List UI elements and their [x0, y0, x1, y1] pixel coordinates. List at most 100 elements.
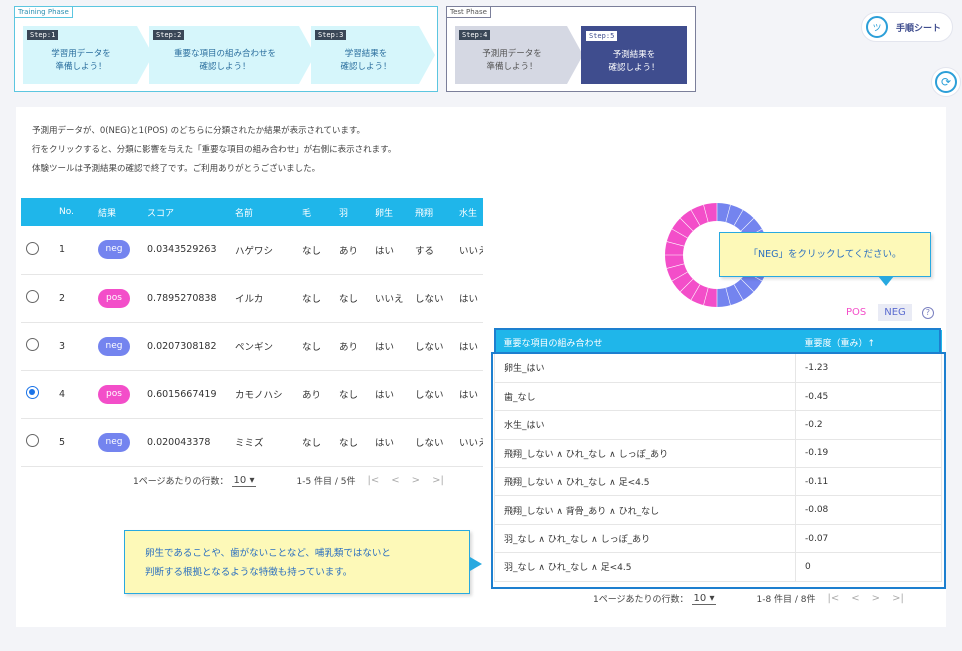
table-row[interactable]: 3 neg 0.0207308182 ペンギン なし あり はい しない はい — [21, 322, 483, 371]
last-page-icon[interactable]: >| — [432, 475, 444, 486]
cell-egg: はい — [370, 322, 410, 371]
left-table-pager: 1ページあたりの行数： 10 ▾ 1-5 件目 / 5件 |< < > >| — [133, 474, 444, 488]
prediction-table: No. 結果 スコア 名前 毛 羽 卵生 飛翔 水生 1 neg 0.03435… — [21, 198, 483, 467]
manual-sheet-label: 手順シート — [896, 23, 942, 34]
step-1[interactable]: Step:1 学習用データを 準備しよう！ — [23, 26, 153, 84]
table-row[interactable]: 2 pos 0.7895270838 イルカ なし なし いいえ しない はい — [21, 274, 483, 323]
cell-no: 2 — [54, 274, 93, 323]
cell-wing: あり — [334, 322, 370, 371]
header-select — [21, 198, 54, 226]
training-phase-label: Training Phase — [15, 7, 73, 18]
header-weight[interactable]: 重要度（重み）↑ — [795, 330, 942, 354]
step-4[interactable]: Step:4 予測用データを 準備しよう！ — [455, 26, 583, 84]
cell-wing: なし — [334, 418, 370, 467]
step-tag: Step:1 — [27, 30, 58, 40]
result-badge: neg — [98, 336, 130, 356]
cell-score: 0.0343529263 — [142, 226, 230, 275]
page-range: 1-5 件目 / 5件 — [296, 477, 356, 487]
step-tag: Step:4 — [459, 30, 490, 40]
header-fly[interactable]: 飛翔 — [410, 198, 454, 226]
step-5[interactable]: Step:5 予測結果を 確認しよう！ — [581, 26, 687, 84]
row-radio[interactable] — [26, 241, 39, 255]
next-page-icon[interactable]: > — [412, 475, 420, 486]
rows-per-page-label: 1ページあたりの行数： — [133, 477, 229, 487]
table-header-row: 重要な項目の組み合わせ 重要度（重み）↑ — [494, 330, 942, 354]
cell-fly: しない — [410, 370, 454, 419]
prev-page-icon[interactable]: < — [851, 593, 859, 604]
test-phase-box: Test Phase Step:4 予測用データを 準備しよう！ Step:5 予… — [446, 6, 696, 92]
table-row[interactable]: 1 neg 0.0343529263 ハゲワシ なし あり はい する いいえ — [21, 226, 483, 275]
header-egg[interactable]: 卵生 — [370, 198, 410, 226]
prev-page-icon[interactable]: < — [391, 475, 399, 486]
legend-pos[interactable]: POS — [846, 307, 866, 318]
table-row[interactable]: 5 neg 0.020043378 ミミズ なし なし はい しない いいえ — [21, 418, 483, 467]
cell-hair: あり — [297, 370, 334, 419]
cell-name: イルカ — [230, 274, 297, 323]
rows-per-page-select[interactable]: 10 ▾ — [231, 475, 257, 487]
cell-hair: なし — [297, 226, 334, 275]
result-badge: pos — [98, 384, 130, 404]
header-water[interactable]: 水生 — [454, 198, 483, 226]
help-icon[interactable]: ? — [921, 306, 934, 319]
face-icon: ツ — [866, 16, 888, 38]
legend-neg[interactable]: NEG — [878, 304, 912, 321]
cell-water: はい — [454, 274, 483, 323]
tooltip-arrow — [878, 276, 894, 286]
test-phase-label: Test Phase — [447, 7, 491, 18]
refresh-button[interactable]: ⟳ — [931, 67, 961, 97]
cell-score: 0.020043378 — [142, 418, 230, 467]
training-phase-box: Training Phase Step:1 学習用データを 準備しよう！ Step… — [14, 6, 438, 92]
row-radio[interactable] — [26, 290, 39, 303]
neg-tooltip: 「NEG」をクリックしてください。 — [719, 232, 931, 277]
result-badge: neg — [98, 240, 130, 260]
cell-fly: しない — [410, 418, 454, 467]
first-page-icon[interactable]: |< — [828, 593, 840, 604]
row-radio-selected[interactable] — [26, 386, 39, 399]
cell-wing: なし — [334, 274, 370, 323]
cell-egg: はい — [370, 370, 410, 419]
explanation-line-1: 卵生であることや、歯がないことなど、哺乳類ではないと — [145, 548, 391, 559]
result-badge: pos — [98, 288, 130, 308]
description-line-3: 体験ツールは予測結果の確認で終了です。ご利用ありがとうございました。 — [32, 164, 321, 174]
explanation-line-2: 判断する根拠となるような特徴も持っています。 — [145, 567, 353, 578]
description-line-2: 行をクリックすると、分類に影響を与えた「重要な項目の組み合わせ」が右側に表示され… — [32, 145, 397, 155]
table-highlight-box — [491, 352, 946, 589]
explanation-callout: 卵生であることや、歯がないことなど、哺乳類ではないと 判断する根拠となるような特… — [124, 530, 470, 594]
header-result[interactable]: 結果 — [93, 198, 142, 226]
next-page-icon[interactable]: > — [872, 593, 880, 604]
cell-score: 0.6015667419 — [142, 370, 230, 419]
chart-legend: POS NEG ? — [846, 304, 934, 321]
step-text: 予測結果を 確認しよう！ — [608, 50, 660, 73]
cell-name: ミミズ — [230, 418, 297, 467]
result-badge: neg — [98, 432, 130, 452]
cell-egg: いいえ — [370, 274, 410, 323]
manual-sheet-button[interactable]: ツ 手順シート — [861, 12, 953, 42]
cell-name: ペンギン — [230, 322, 297, 371]
rows-per-page-select[interactable]: 10 ▾ — [691, 593, 717, 605]
row-radio[interactable] — [26, 434, 39, 447]
cell-hair: なし — [297, 274, 334, 323]
step-2[interactable]: Step:2 重要な項目の組み合わせを 確認しよう！ — [149, 26, 315, 84]
cell-fly: する — [410, 226, 454, 275]
step-text: 学習用データを 準備しよう！ — [51, 49, 111, 72]
row-radio[interactable] — [26, 338, 39, 351]
step-text: 重要な項目の組み合わせを 確認しよう！ — [173, 49, 276, 72]
neg-tooltip-text: 「NEG」をクリックしてください。 — [748, 249, 902, 260]
cell-wing: なし — [334, 370, 370, 419]
cell-fly: しない — [410, 274, 454, 323]
header-hair[interactable]: 毛 — [297, 198, 334, 226]
header-combination[interactable]: 重要な項目の組み合わせ — [494, 330, 796, 354]
cell-wing: あり — [334, 226, 370, 275]
step-tag: Step:2 — [153, 30, 184, 40]
description-line-1: 予測用データが、0(NEG)と1(POS) のどちらに分類されたか結果が表示され… — [32, 126, 366, 136]
header-name[interactable]: 名前 — [230, 198, 297, 226]
header-no[interactable]: No. — [54, 198, 93, 226]
header-wing[interactable]: 羽 — [334, 198, 370, 226]
table-row[interactable]: 4 pos 0.6015667419 カモノハシ あり なし はい しない はい — [21, 370, 483, 419]
last-page-icon[interactable]: >| — [892, 593, 904, 604]
refresh-icon: ⟳ — [935, 71, 957, 93]
cell-no: 4 — [54, 370, 93, 419]
step-3[interactable]: Step:3 学習結果を 確認しよう！ — [311, 26, 435, 84]
header-score[interactable]: スコア — [142, 198, 230, 226]
first-page-icon[interactable]: |< — [368, 475, 380, 486]
